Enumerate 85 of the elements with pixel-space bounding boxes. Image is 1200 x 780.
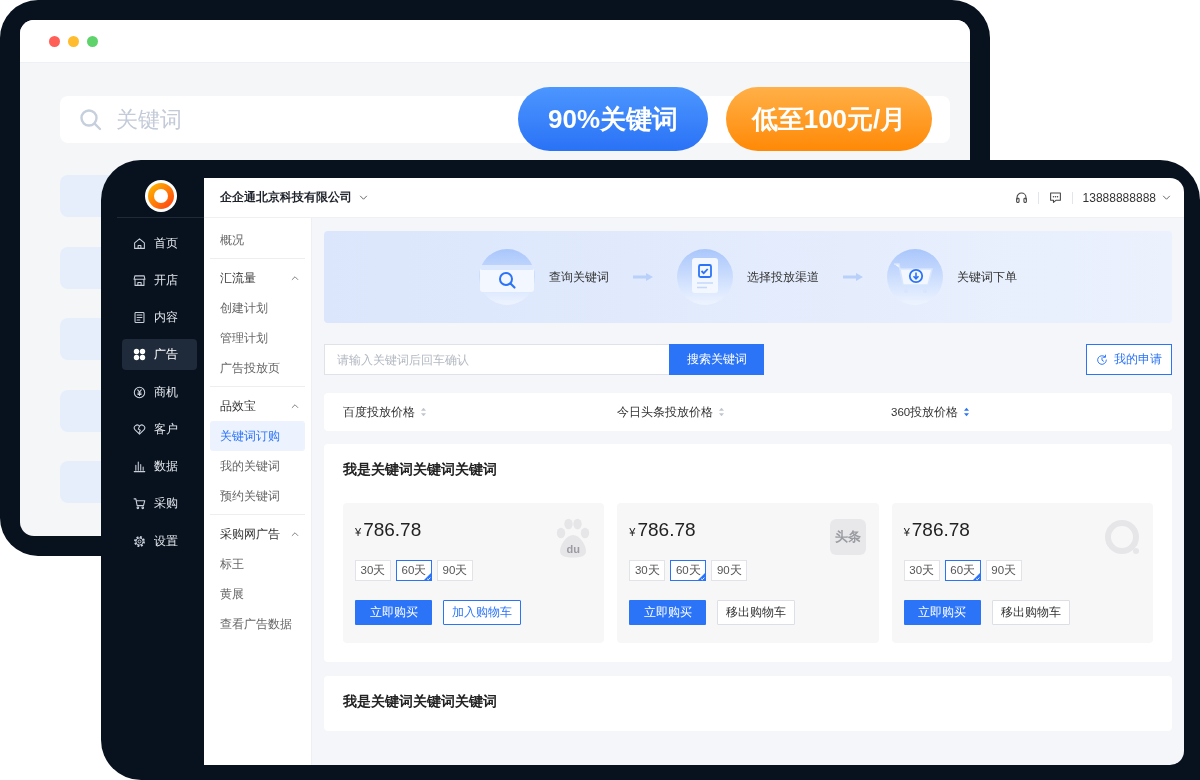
sort-header[interactable]: 今日头条投放价格 <box>617 404 725 420</box>
document-icon <box>133 311 146 324</box>
duration-option[interactable]: 90天 <box>437 560 473 581</box>
price-value: 786.78 <box>363 519 422 541</box>
sidebar-item[interactable]: 广告 <box>122 339 197 371</box>
menu-item[interactable]: 标王 <box>210 549 305 579</box>
buy-button[interactable]: 立即购买 <box>629 600 707 625</box>
coin-icon <box>133 385 146 399</box>
menu-item[interactable]: 广告投放页 <box>210 353 305 383</box>
caret-icon <box>358 192 369 203</box>
section-title: 我是关键词关键词关键词 <box>343 693 498 711</box>
cart-button[interactable]: 移出购物车 <box>717 600 796 625</box>
sort-header[interactable]: 百度投放价格 <box>343 404 427 420</box>
heart-icon <box>133 422 146 436</box>
cart-button[interactable]: 移出购物车 <box>991 600 1070 625</box>
currency-sign: ¥ <box>629 526 636 538</box>
duration-option[interactable]: 30天 <box>355 560 391 581</box>
section-title: 我是关键词关键词关键词 <box>343 461 498 479</box>
history-icon <box>1096 353 1108 366</box>
duration-option[interactable]: 60天 <box>944 560 981 581</box>
promo-badge: 90%关键词 <box>518 87 708 151</box>
cart-download-icon <box>887 249 943 305</box>
sidebar-item[interactable]: 设置 <box>122 525 197 557</box>
arrow-icon <box>843 273 863 281</box>
chat-icon[interactable] <box>1048 191 1062 204</box>
headset-icon[interactable] <box>1014 191 1028 204</box>
menu-item[interactable]: 预约关键词 <box>210 481 305 511</box>
duration-option[interactable]: 30天 <box>903 560 940 581</box>
currency-sign: ¥ <box>355 526 362 538</box>
logo-text: du <box>565 543 582 555</box>
sort-header[interactable]: 360投放价格 <box>891 404 971 420</box>
duration-option[interactable]: 60天 <box>670 560 707 581</box>
menu-item[interactable]: 创建计划 <box>210 293 305 323</box>
sidebar-item[interactable]: 内容 <box>122 302 197 333</box>
menu-group-header[interactable]: 采购网广告 <box>210 519 305 549</box>
price-value: 786.78 <box>637 519 696 541</box>
cart-icon <box>133 497 146 511</box>
magnifier-icon <box>479 249 535 305</box>
duration-option[interactable]: 90天 <box>985 560 1022 581</box>
clover-icon <box>133 348 146 362</box>
buy-button[interactable]: 立即购买 <box>355 600 432 625</box>
menu-item[interactable]: 概况 <box>210 225 305 255</box>
sidebar-item[interactable]: 开店 <box>122 264 197 296</box>
company-dropdown[interactable]: 企企通北京科技有限公司 <box>220 189 369 206</box>
settings-icon <box>133 534 146 548</box>
my-application-button[interactable]: 我的申请 <box>1086 344 1172 375</box>
home-icon <box>133 236 146 250</box>
duration-option[interactable]: 60天 <box>396 560 432 581</box>
window-minimize-icon[interactable] <box>68 35 79 47</box>
menu-item[interactable]: 管理计划 <box>210 323 305 353</box>
window-maximize-icon[interactable] <box>87 35 98 47</box>
menu-group-header[interactable]: 品效宝 <box>210 391 305 421</box>
cart-button[interactable]: 加入购物车 <box>443 600 521 625</box>
price-value: 786.78 <box>911 519 970 541</box>
caret-icon <box>1161 192 1172 203</box>
store-icon <box>133 273 146 287</box>
logo-icon <box>144 180 177 212</box>
duration-option[interactable]: 90天 <box>711 560 748 581</box>
checklist-icon <box>677 249 733 305</box>
sidebar-item[interactable]: 数据 <box>122 451 197 482</box>
currency-sign: ¥ <box>903 526 910 538</box>
search-icon <box>79 108 102 131</box>
sidebar-item[interactable]: 商机 <box>122 376 197 408</box>
step-label: 选择投放渠道 <box>747 268 819 286</box>
menu-item[interactable]: 查看广告数据 <box>210 609 305 639</box>
arrow-icon <box>633 273 653 281</box>
sidebar-item[interactable]: 首页 <box>122 227 197 259</box>
menu-group-header[interactable]: 汇流量 <box>210 263 305 293</box>
search-button[interactable]: 搜索关键词 <box>669 344 764 375</box>
window-close-icon[interactable] <box>49 35 60 47</box>
logo-text: 头条 <box>833 528 862 546</box>
buy-button[interactable]: 立即购买 <box>903 600 981 625</box>
promo-badge: 低至100元/月 <box>726 87 932 151</box>
account-dropdown[interactable]: 13888888888 <box>1082 190 1172 205</box>
sidebar-item[interactable]: 客户 <box>122 413 197 445</box>
step-label: 查询关键词 <box>549 268 609 286</box>
duration-option[interactable]: 30天 <box>629 560 666 581</box>
menu-item[interactable]: 关键词订购 <box>210 421 305 451</box>
step-label: 关键词下单 <box>957 268 1017 286</box>
bar-chart-icon <box>133 460 146 473</box>
menu-item[interactable]: 黄展 <box>210 579 305 609</box>
search-field[interactable]: 请输入关键词后回车确认 <box>324 344 669 375</box>
sidebar-item[interactable]: 采购 <box>122 488 197 520</box>
check-corner-icon <box>423 572 432 581</box>
menu-item[interactable]: 我的关键词 <box>210 451 305 481</box>
